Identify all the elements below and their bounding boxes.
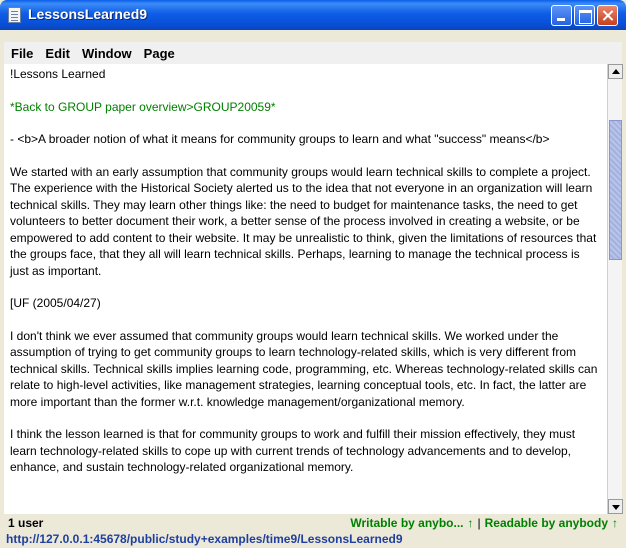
menu-page[interactable]: Page — [139, 46, 180, 61]
scroll-thumb[interactable] — [609, 120, 622, 260]
back-link[interactable]: *Back to GROUP paper overview>GROUP20059… — [10, 99, 599, 116]
author-tag: [UF (2005/04/27) — [10, 296, 101, 310]
arrow-up-icon[interactable]: ↑ — [612, 516, 618, 530]
menu-window[interactable]: Window — [77, 46, 137, 61]
permissions: Writable by anybo... ↑ | Readable by any… — [350, 516, 618, 530]
user-count: 1 user — [8, 516, 44, 530]
app-window: LessonsLearned9 File Edit Window Page !L… — [0, 0, 626, 548]
paragraph-3: I think the lesson learned is that for c… — [10, 427, 576, 474]
minimize-button[interactable] — [551, 5, 572, 26]
status-separator: | — [477, 516, 481, 530]
paragraph-2: I don't think we ever assumed that commu… — [10, 328, 598, 409]
readable-link[interactable]: Readable by anybody — [485, 516, 608, 530]
url-text: http://127.0.0.1:45678/public/study+exam… — [6, 532, 403, 546]
scroll-up-button[interactable] — [608, 64, 623, 79]
title-bar[interactable]: LessonsLearned9 — [0, 0, 626, 30]
status-bar: 1 user Writable by anybo... ↑ | Readable… — [4, 515, 622, 532]
document-editor[interactable]: !Lessons Learned *Back to GROUP paper ov… — [4, 64, 607, 514]
menu-file[interactable]: File — [6, 46, 38, 61]
doc-heading: !Lessons Learned — [10, 67, 106, 81]
document-icon — [8, 7, 21, 23]
doc-bullet: - <b>A broader notion of what it means f… — [10, 132, 550, 146]
window-title: LessonsLearned9 — [28, 6, 148, 22]
writable-link[interactable]: Writable by anybo... — [350, 516, 463, 530]
paragraph-1: We started with an early assumption that… — [10, 164, 597, 278]
maximize-button[interactable] — [574, 5, 595, 26]
menu-bar: File Edit Window Page — [4, 42, 622, 64]
vertical-scrollbar[interactable] — [607, 64, 623, 514]
arrow-up-icon[interactable]: ↑ — [468, 516, 474, 530]
scroll-down-button[interactable] — [608, 499, 623, 514]
close-button[interactable] — [597, 5, 618, 26]
menu-edit[interactable]: Edit — [40, 46, 75, 61]
